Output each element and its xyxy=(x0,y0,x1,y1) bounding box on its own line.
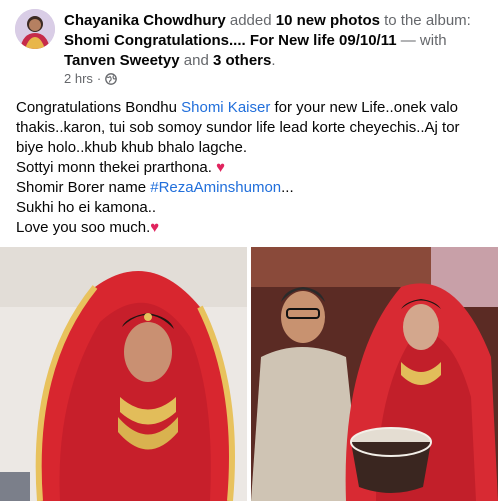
period: . xyxy=(271,52,276,69)
action-prefix: added xyxy=(229,12,272,29)
body-line-5: Love you soo much.♥ xyxy=(16,218,486,238)
body-text: Sottyi monn thekei prarthona. xyxy=(16,159,212,176)
album-name[interactable]: Shomi Congratulations.... For New life 0… xyxy=(64,32,397,49)
body-line-1: Congratulations Bondhu Shomi Kaiser for … xyxy=(16,98,486,158)
timestamp[interactable]: 2 hrs xyxy=(64,71,93,86)
photo-bride-portrait[interactable] xyxy=(0,247,247,501)
heart-icon: ♥ xyxy=(216,159,226,176)
post-headline: Chayanika Chowdhury added 10 new photos … xyxy=(64,11,484,71)
photo-count[interactable]: 10 new photos xyxy=(276,12,380,29)
body-text: ... xyxy=(281,179,294,196)
heart-icon: ♥ xyxy=(150,219,160,236)
others-link[interactable]: 3 others xyxy=(213,52,271,69)
tagged-person[interactable]: Tanven Sweetyy xyxy=(64,52,180,69)
body-text: Love you soo much. xyxy=(16,219,151,236)
and-text: and xyxy=(183,52,209,69)
post-meta: 2 hrs · xyxy=(64,71,118,86)
body-line-4: Sukhi ho ei kamona.. xyxy=(16,199,157,216)
photo-couple[interactable] xyxy=(251,247,498,501)
body-line-2: Sottyi monn thekei prarthona. ♥ xyxy=(16,158,486,178)
body-line-3: Shomir Borer name #RezaAminshumon... xyxy=(16,178,486,198)
globe-icon[interactable] xyxy=(105,72,118,85)
post-body: Congratulations Bondhu Shomi Kaiser for … xyxy=(16,98,486,238)
body-text: Congratulations Bondhu xyxy=(16,99,177,116)
author-name[interactable]: Chayanika Chowdhury xyxy=(64,12,226,29)
avatar[interactable] xyxy=(15,9,55,49)
action-mid: to the album: xyxy=(384,12,471,29)
mention-link[interactable]: Shomi Kaiser xyxy=(181,99,270,116)
hashtag-link[interactable]: #RezaAminshumon xyxy=(150,179,281,196)
with-prefix: — with xyxy=(400,32,447,49)
meta-dot: · xyxy=(96,71,102,86)
photo-grid xyxy=(0,247,498,501)
post-header: Chayanika Chowdhury added 10 new photos … xyxy=(0,0,498,95)
body-text: Shomir Borer name xyxy=(16,179,147,196)
